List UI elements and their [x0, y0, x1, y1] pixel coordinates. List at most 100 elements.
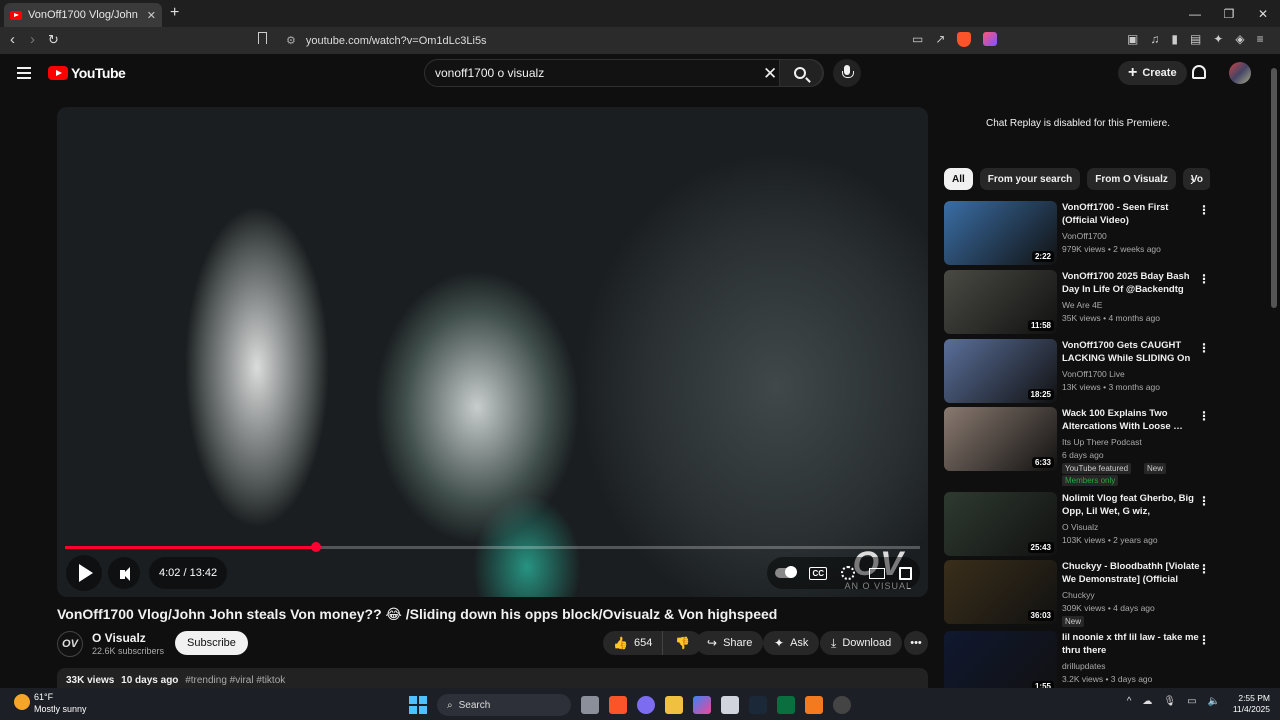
vpn-icon[interactable]: ◈ — [1235, 32, 1244, 46]
site-settings-icon[interactable]: ⚙ — [286, 34, 296, 47]
windows-start-icon[interactable] — [409, 696, 427, 714]
system-clock[interactable]: 2:55 PM 11/4/2025 — [1233, 693, 1270, 715]
steam-icon[interactable] — [749, 696, 767, 714]
filter-chip[interactable]: Vo — [1182, 168, 1210, 190]
tray-chevron-icon[interactable]: ^ — [1127, 696, 1132, 707]
recommended-channel[interactable]: We Are 4E — [1062, 300, 1102, 310]
rewards-icon[interactable] — [983, 32, 998, 46]
file-explorer-icon[interactable] — [665, 696, 683, 714]
subscribe-button[interactable]: Subscribe — [175, 631, 248, 655]
more-actions-button[interactable]: ••• — [904, 631, 928, 655]
media-icon[interactable]: ♫ — [1150, 32, 1159, 46]
onedrive-icon[interactable]: ☁ — [1142, 696, 1152, 707]
download-button[interactable]: ⤓ Download — [820, 631, 903, 655]
recommended-channel[interactable]: VonOff1700 — [1062, 231, 1107, 241]
back-icon[interactable]: ‹ — [10, 31, 15, 48]
recommended-title[interactable]: lil noonie x thf lil law - take me thru … — [1062, 631, 1200, 657]
close-tab-icon[interactable]: ✕ — [147, 9, 156, 22]
page-scrollbar[interactable] — [1270, 58, 1278, 688]
more-vertical-icon[interactable]: ⋮ — [1198, 562, 1210, 576]
video-thumbnail[interactable]: 2:22 — [944, 201, 1057, 265]
leo-ai-icon[interactable]: ✦ — [1213, 32, 1223, 46]
hashtags[interactable]: #trending #viral #tiktok — [185, 675, 285, 686]
restore-icon[interactable]: ❐ — [1212, 0, 1246, 27]
video-thumbnail[interactable]: 25:43 — [944, 492, 1057, 556]
recommended-video[interactable]: 36:03 Chuckyy - Bloodbathh [Violate We De… — [944, 560, 1220, 627]
more-vertical-icon[interactable]: ⋮ — [1198, 203, 1210, 217]
recommended-title[interactable]: Wack 100 Explains Two Altercations With … — [1062, 407, 1200, 433]
notifications-bell-icon[interactable] — [1192, 65, 1206, 79]
taskbar-search[interactable]: ⌕ Search — [437, 694, 571, 716]
fullscreen-icon[interactable] — [899, 566, 912, 580]
filter-chip[interactable]: From your search — [979, 168, 1081, 190]
filter-chip[interactable]: All — [944, 168, 973, 190]
channel-name[interactable]: O Visualz — [92, 631, 146, 645]
autoplay-toggle[interactable] — [775, 566, 798, 578]
hamburger-menu-icon[interactable] — [17, 67, 31, 79]
recommended-video[interactable]: 18:25 VonOff1700 Gets CAUGHT LACKING Whil… — [944, 339, 1220, 405]
progress-bar[interactable] — [65, 542, 920, 552]
more-vertical-icon[interactable]: ⋮ — [1198, 272, 1210, 286]
video-player[interactable]: OV AN O VISUAL 4:02 / 13:42 CC — [57, 107, 928, 597]
reload-icon[interactable]: ↻ — [48, 32, 59, 48]
mic-tray-icon[interactable]: 🎙 — [1163, 696, 1176, 707]
recommended-title[interactable]: VonOff1700 2025 Bday Bash Day In Life Of… — [1062, 270, 1200, 296]
share-page-icon[interactable]: ↗ — [935, 32, 945, 47]
voice-search-icon[interactable] — [833, 59, 861, 87]
recommended-video[interactable]: 25:43 Nolimit Vlog feat Gherbo, Big Opp, … — [944, 492, 1220, 558]
sidebar-icon[interactable]: ▮ — [1171, 32, 1178, 46]
recommended-channel[interactable]: O Visualz — [1062, 522, 1098, 532]
search-input[interactable] — [435, 66, 755, 80]
discord-icon[interactable] — [637, 696, 655, 714]
copilot-icon[interactable] — [693, 696, 711, 714]
scrollbar-thumb[interactable] — [1271, 68, 1277, 308]
recommended-title[interactable]: Nolimit Vlog feat Gherbo, Big Opp, Lil W… — [1062, 492, 1200, 518]
cast-icon[interactable]: ▭ — [912, 32, 923, 47]
video-thumbnail[interactable]: 11:58 — [944, 270, 1057, 334]
chatgpt-icon[interactable] — [833, 696, 851, 714]
account-avatar[interactable] — [1229, 62, 1251, 84]
video-thumbnail[interactable]: 18:25 — [944, 339, 1057, 403]
more-vertical-icon[interactable]: ⋮ — [1198, 409, 1210, 423]
brave-browser-icon[interactable] — [609, 696, 627, 714]
display-icon[interactable]: ▭ — [1187, 696, 1196, 707]
video-thumbnail[interactable]: 36:03 — [944, 560, 1057, 624]
share-button[interactable]: ↪ Share — [696, 631, 764, 655]
screenshot-icon[interactable]: ▣ — [1127, 32, 1138, 46]
more-vertical-icon[interactable]: ⋮ — [1198, 341, 1210, 355]
create-button[interactable]: + Create — [1118, 61, 1187, 85]
volume-icon[interactable]: 🔈 — [1208, 696, 1220, 707]
browser-menu-icon[interactable]: ≡ — [1257, 32, 1264, 46]
clear-search-icon[interactable]: ✕ — [763, 64, 777, 84]
recommended-channel[interactable]: VonOff1700 Live — [1062, 369, 1125, 379]
excel-icon[interactable] — [777, 696, 795, 714]
more-vertical-icon[interactable]: ⋮ — [1198, 633, 1210, 647]
filter-chip[interactable]: From O Visualz — [1087, 168, 1176, 190]
task-view-icon[interactable] — [581, 696, 599, 714]
browser-tab[interactable]: VonOff1700 Vlog/John John ste ✕ — [4, 3, 162, 27]
brave-shield-icon[interactable] — [957, 32, 972, 47]
recommended-channel[interactable]: drillupdates — [1062, 661, 1105, 671]
play-button[interactable] — [66, 555, 102, 591]
settings-gear-icon[interactable] — [841, 566, 855, 580]
recommended-title[interactable]: Chuckyy - Bloodbathh [Violate We Demonst… — [1062, 560, 1200, 586]
video-thumbnail[interactable]: 1:55 — [944, 631, 1057, 695]
recommended-video[interactable]: 6:33 Wack 100 Explains Two Altercations W… — [944, 407, 1220, 486]
captions-button[interactable]: CC — [809, 566, 827, 580]
recommended-channel[interactable]: Chuckyy — [1062, 590, 1095, 600]
close-window-icon[interactable]: ✕ — [1246, 0, 1280, 27]
minimize-icon[interactable]: — — [1178, 0, 1212, 27]
forward-icon[interactable]: › — [30, 31, 35, 48]
wallet-icon[interactable]: ▤ — [1190, 32, 1201, 46]
progress-scrubber[interactable] — [311, 542, 322, 552]
recommended-channel[interactable]: Its Up There Podcast — [1062, 437, 1142, 447]
recommended-video[interactable]: 11:58 VonOff1700 2025 Bday Bash Day In Li… — [944, 270, 1220, 336]
recommended-video[interactable]: 2:22 VonOff1700 - Seen First (Official Vi… — [944, 201, 1220, 267]
youtube-logo[interactable]: YouTube — [48, 65, 126, 81]
app-a-icon[interactable] — [805, 696, 823, 714]
channel-avatar[interactable]: OV — [57, 631, 83, 657]
new-tab-icon[interactable]: + — [170, 4, 179, 22]
more-vertical-icon[interactable]: ⋮ — [1198, 494, 1210, 508]
bookmark-icon[interactable] — [258, 32, 267, 44]
recommended-title[interactable]: VonOff1700 - Seen First (Official Video) — [1062, 201, 1200, 227]
